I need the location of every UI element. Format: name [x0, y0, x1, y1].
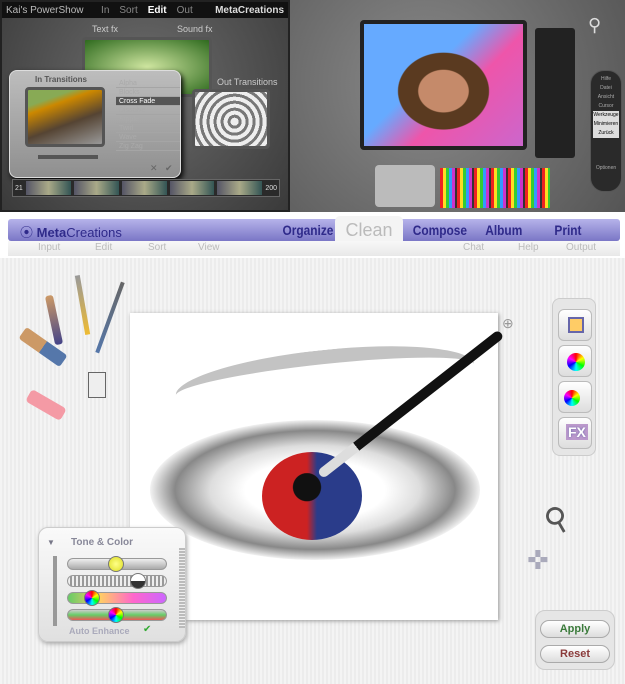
menu-edit[interactable]: Edit [148, 5, 167, 16]
remote-grid-icon[interactable] [593, 138, 619, 164]
frame-end: 200 [265, 184, 278, 192]
submenu-sort[interactable]: Sort [148, 242, 166, 253]
fx-icon: FX [566, 424, 588, 440]
iris-image [262, 452, 362, 540]
transition-item[interactable]: Blocks [116, 88, 180, 97]
submenu-input[interactable]: Input [38, 242, 60, 253]
auto-enhance-label[interactable]: Auto Enhance [69, 626, 130, 636]
zoom-icon[interactable]: ⊕ [502, 315, 514, 332]
fx-button[interactable]: FX [558, 417, 592, 449]
color-rabbit-button[interactable] [558, 345, 592, 377]
transition-item[interactable]: Dissolve [116, 106, 180, 115]
film-frame[interactable] [73, 181, 119, 195]
rabbit-color-icon [567, 353, 585, 371]
tab-print[interactable]: Print [554, 222, 581, 238]
remote-item-minimieren[interactable]: Minimieren [593, 120, 619, 129]
frame-start: 21 [15, 184, 23, 192]
remote-item-zurueck[interactable]: Zurück [593, 129, 619, 138]
move-pad-icon[interactable]: ✜ [527, 545, 549, 576]
paint-bucket-icon[interactable] [88, 372, 106, 398]
magnifier-icon[interactable]: ⚲ [588, 15, 601, 36]
checkmark-icon[interactable]: ✔ [143, 624, 151, 635]
film-frame[interactable] [121, 181, 167, 195]
film-frame[interactable] [169, 181, 215, 195]
thumbnail-grid[interactable] [535, 28, 575, 158]
transition-item[interactable]: Alpha [116, 79, 180, 88]
portrait-photo [360, 20, 527, 150]
submenu-edit[interactable]: Edit [95, 242, 112, 253]
speed-slider[interactable] [38, 155, 98, 159]
remote-control-menu: Hilfe Datei Ansicht Cursor Werkzeuge Min… [590, 70, 622, 192]
color-palette[interactable] [440, 168, 550, 208]
metacreations-logo: ⦿ MetaCreations [20, 225, 122, 240]
in-transitions-panel: In Transitions Alpha Blocks Cross Fade D… [9, 70, 181, 178]
tone-color-title: Tone & Color [71, 537, 134, 548]
tab-album[interactable]: Album [485, 222, 522, 238]
hue-slider[interactable] [67, 590, 167, 606]
apply-button[interactable]: Apply [540, 620, 610, 638]
remote-item-cursor[interactable]: Cursor [593, 102, 619, 111]
photo-tool-button[interactable] [558, 309, 592, 341]
in-transitions-label: In Transitions [35, 75, 88, 84]
filmstrip[interactable]: 21 200 [12, 179, 280, 197]
cancel-icon[interactable]: ✕ [150, 163, 158, 174]
remote-item-werkzeuge[interactable]: Werkzeuge [593, 111, 619, 120]
text-fx-label[interactable]: Text fx [92, 24, 118, 34]
sound-fx-label[interactable]: Sound fx [177, 24, 213, 34]
vertical-slider[interactable] [53, 556, 57, 626]
transition-item[interactable]: Wave [116, 133, 180, 142]
color-wheel-icon [564, 390, 580, 406]
panel-scrollbar[interactable] [179, 548, 185, 628]
sub-menu-bar: Input Edit Sort View Chat Help Output [8, 241, 620, 256]
in-preview [25, 87, 105, 147]
transition-list[interactable]: Alpha Blocks Cross Fade Dissolve Ripple … [116, 79, 180, 151]
transition-item[interactable]: Ripple [116, 115, 180, 124]
film-frame[interactable] [25, 181, 71, 195]
photo-icon [568, 317, 584, 333]
tab-clean[interactable]: Clean [335, 216, 403, 242]
tool-selector[interactable] [375, 165, 435, 207]
menu-sort[interactable]: Sort [119, 5, 137, 16]
transition-item[interactable]: Zig Zag [116, 142, 180, 151]
transition-item-selected[interactable]: Cross Fade [116, 97, 180, 106]
app-title: Kai's PowerShow [6, 4, 84, 16]
menu-in[interactable]: In [101, 5, 109, 16]
brand-logo: MetaCreations [215, 4, 284, 16]
out-transitions-label[interactable]: Out Transitions [217, 77, 278, 87]
tone-color-panel: ▼ Tone & Color Auto Enhance ✔ [38, 527, 186, 642]
collapse-triangle-icon[interactable]: ▼ [47, 538, 55, 547]
confirm-icon[interactable]: ✔ [165, 163, 173, 174]
contrast-slider[interactable] [67, 573, 167, 589]
submenu-chat[interactable]: Chat [463, 242, 484, 253]
brightness-slider[interactable] [67, 556, 167, 572]
out-preview [192, 89, 270, 149]
remote-item-ansicht[interactable]: Ansicht [593, 93, 619, 102]
remote-item-datei[interactable]: Datei [593, 84, 619, 93]
film-frame[interactable] [217, 181, 263, 195]
reset-button[interactable]: Reset [540, 645, 610, 663]
menu-out[interactable]: Out [177, 5, 193, 16]
remote-item-hilfe[interactable]: Hilfe [593, 75, 619, 84]
transition-item[interactable]: Twirl [116, 124, 180, 133]
submenu-help[interactable]: Help [518, 242, 539, 253]
submenu-output[interactable]: Output [566, 242, 596, 253]
powershow-menubar: Kai's PowerShow In Sort Edit Out MetaCre… [2, 2, 288, 18]
tab-compose[interactable]: Compose [413, 222, 467, 238]
remote-item-optionen[interactable]: Optionen [593, 164, 619, 173]
tool-palette: FX [552, 298, 596, 456]
tab-organize[interactable]: Organize [282, 222, 333, 238]
submenu-view[interactable]: View [198, 242, 220, 253]
color-wheel-button[interactable] [558, 381, 592, 413]
saturation-slider[interactable] [67, 607, 167, 623]
powershow-window: Kai's PowerShow In Sort Edit Out MetaCre… [0, 0, 290, 212]
